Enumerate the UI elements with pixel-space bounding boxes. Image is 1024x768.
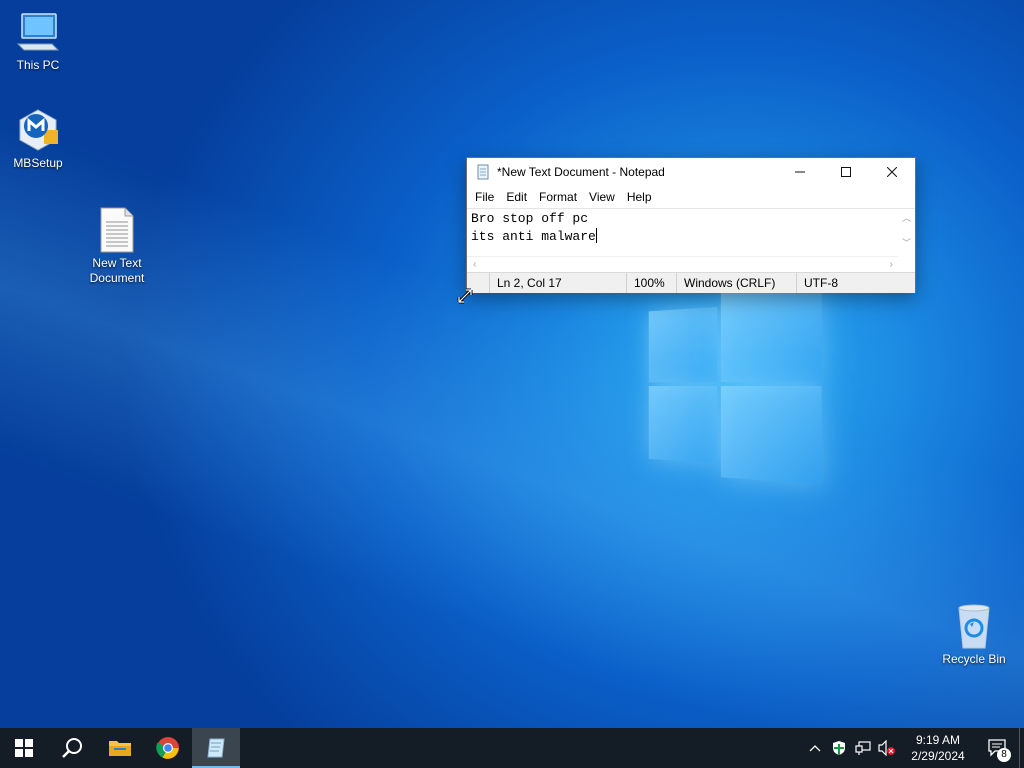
maximize-icon xyxy=(841,167,851,177)
desktop-icon-label: MBSetup xyxy=(13,156,63,170)
search-button[interactable] xyxy=(48,728,96,768)
close-icon xyxy=(887,167,897,177)
start-icon xyxy=(15,739,33,757)
windows-wallpaper-logo xyxy=(648,285,826,490)
desktop: This PC MBSetup New Text Document Recycl… xyxy=(0,0,1024,728)
desktop-icon-label: This PC xyxy=(16,58,60,72)
status-bar: Ln 2, Col 17 100% Windows (CRLF) UTF-8 xyxy=(467,272,915,293)
menu-bar: File Edit Format View Help xyxy=(467,186,915,208)
desktop-icon-this-pc[interactable]: This PC xyxy=(0,8,76,73)
notepad-icon xyxy=(475,164,491,180)
menu-format[interactable]: Format xyxy=(533,190,583,204)
minimize-icon xyxy=(795,171,805,173)
desktop-icon-mbsetup[interactable]: MBSetup xyxy=(0,106,76,171)
editor-line: Bro stop off pc xyxy=(471,211,589,226)
chrome-button[interactable] xyxy=(144,728,192,768)
editor-content[interactable]: Bro stop off pc its anti malware xyxy=(471,210,597,246)
text-editor[interactable]: Bro stop off pc its anti malware ︿ ﹀ xyxy=(467,208,915,257)
file-explorer-button[interactable] xyxy=(96,728,144,768)
editor-line: its anti malware xyxy=(471,229,596,244)
desktop-icon-new-text-document[interactable]: New Text Document xyxy=(79,206,155,286)
desktop-icon-label: New Text Document xyxy=(89,256,145,285)
window-title: *New Text Document - Notepad xyxy=(497,165,665,179)
show-hidden-icons-button[interactable] xyxy=(803,728,827,768)
text-file-icon xyxy=(93,206,141,254)
taskbar: 9:19 AM 2/29/2024 8 xyxy=(0,728,1024,768)
desktop-icon-recycle-bin[interactable]: Recycle Bin xyxy=(936,602,1012,667)
clock-date: 2/29/2024 xyxy=(911,749,965,763)
menu-edit[interactable]: Edit xyxy=(500,190,533,204)
vertical-scrollbar[interactable]: ︿ ﹀ xyxy=(898,209,915,257)
minimize-button[interactable] xyxy=(777,158,823,186)
notepad-window[interactable]: *New Text Document - Notepad File Edit F… xyxy=(466,157,916,293)
volume-tray-button[interactable] xyxy=(875,728,899,768)
network-icon xyxy=(855,741,871,755)
maximize-button[interactable] xyxy=(823,158,869,186)
scroll-down-icon[interactable]: ﹀ xyxy=(898,236,915,249)
security-tray-button[interactable] xyxy=(827,728,851,768)
status-encoding: UTF-8 xyxy=(796,273,915,293)
search-icon xyxy=(62,738,82,758)
resize-cursor-icon xyxy=(457,288,473,304)
menu-file[interactable]: File xyxy=(469,190,500,204)
system-tray: 9:19 AM 2/29/2024 8 xyxy=(803,728,1024,768)
menu-help[interactable]: Help xyxy=(621,190,658,204)
menu-view[interactable]: View xyxy=(583,190,621,204)
computer-icon xyxy=(14,8,62,56)
chrome-icon xyxy=(156,737,179,759)
status-position: Ln 2, Col 17 xyxy=(489,273,626,293)
scroll-up-icon[interactable]: ︿ xyxy=(898,211,915,224)
start-button[interactable] xyxy=(0,728,48,768)
text-caret xyxy=(595,228,597,243)
volume-muted-icon xyxy=(878,740,895,756)
scroll-left-icon[interactable]: ‹ xyxy=(473,259,476,270)
clock[interactable]: 9:19 AM 2/29/2024 xyxy=(899,732,977,764)
title-bar[interactable]: *New Text Document - Notepad xyxy=(467,158,915,186)
notification-badge: 8 xyxy=(997,748,1011,762)
chevron-up-icon xyxy=(809,745,821,752)
recycle-bin-icon xyxy=(950,602,998,650)
action-center-button[interactable]: 8 xyxy=(977,728,1019,768)
status-zoom: 100% xyxy=(626,273,676,293)
desktop-icon-label: Recycle Bin xyxy=(942,652,1006,666)
show-desktop-button[interactable] xyxy=(1019,728,1024,768)
status-line-ending: Windows (CRLF) xyxy=(676,273,796,293)
malwarebytes-icon xyxy=(14,106,62,154)
close-button[interactable] xyxy=(869,158,915,186)
horizontal-scrollbar[interactable]: ‹ › xyxy=(467,256,915,272)
scroll-right-icon[interactable]: › xyxy=(890,259,893,270)
network-tray-button[interactable] xyxy=(851,728,875,768)
notepad-icon xyxy=(207,738,225,758)
shield-icon xyxy=(833,741,845,755)
file-explorer-icon xyxy=(109,741,131,756)
notepad-taskbar-button[interactable] xyxy=(192,728,240,768)
clock-time: 9:19 AM xyxy=(915,733,961,747)
